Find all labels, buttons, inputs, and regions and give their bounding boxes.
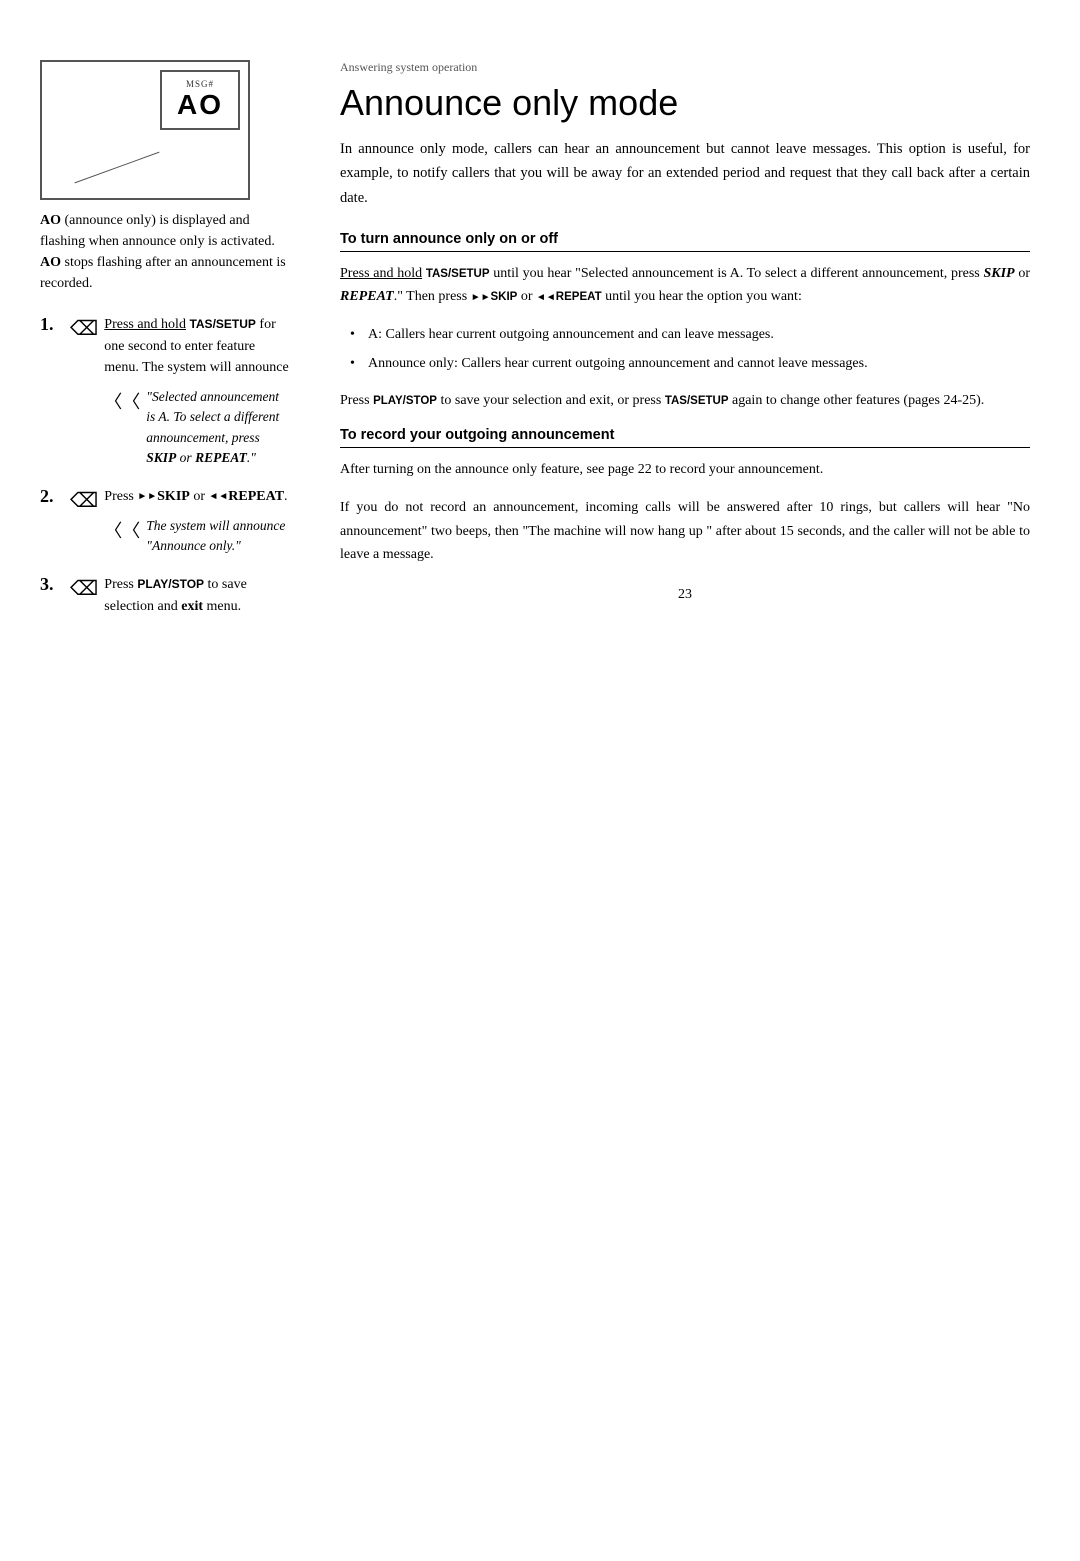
left-column: MSG# AO AO (announce only) is displayed …	[0, 40, 310, 1521]
step-1-substep: 〈〈 "Selected announcement is A. To selec…	[104, 387, 290, 468]
subsection-1-after-bullets: Press PLAY/STOP to save your selection a…	[340, 389, 1030, 413]
intro-paragraph: In announce only mode, callers can hear …	[340, 137, 1030, 211]
skip-key-r: SKIP	[490, 291, 517, 303]
device-caption: AO (announce only) is displayed and flas…	[40, 210, 290, 294]
steps-list: 1. ⌫ Press and hold TAS/SETUP for one se…	[40, 314, 290, 618]
subsection-title-2: To record your outgoing announcement	[340, 427, 1030, 448]
subsection-1-para: Press and hold TAS/SETUP until you hear …	[340, 262, 1030, 310]
tas-setup-key-2: TAS/SETUP	[665, 395, 729, 407]
step-3-icon: ⌫	[70, 576, 98, 601]
fwd-arrows-r: ►►	[471, 289, 491, 306]
device-line	[75, 152, 160, 184]
skip-label: SKIP	[157, 489, 190, 504]
step-1-content: Press and hold TAS/SETUP for one second …	[104, 314, 290, 468]
speaker-icon-1: 〈〈	[104, 389, 140, 417]
options-list: A: Callers hear current outgoing announc…	[350, 323, 1030, 375]
back-arrows: ◄◄	[209, 489, 229, 505]
step-2-substep: 〈〈 The system will announce "Announce on…	[104, 516, 290, 557]
step-1-press-hold: Press and hold	[104, 317, 186, 332]
subsection-title-1: To turn announce only on or off	[340, 231, 1030, 252]
subsection-2-para-1: After turning on the announce only featu…	[340, 458, 1030, 482]
step-2: 2. ⌫ Press ►►SKIP or ◄◄REPEAT. 〈〈 The sy…	[40, 486, 290, 556]
ao-bold-2: AO	[40, 255, 61, 270]
bullet-a-label: A	[368, 327, 378, 342]
step-1: 1. ⌫ Press and hold TAS/SETUP for one se…	[40, 314, 290, 468]
back-arrows-r: ◄◄	[536, 289, 556, 306]
subsection-record: To record your outgoing announcement Aft…	[340, 427, 1030, 567]
press-hold-text: Press and hold	[340, 266, 422, 281]
subsection-turn-on-off: To turn announce only on or off Press an…	[340, 231, 1030, 414]
msg-label: MSG#	[186, 79, 214, 89]
right-column: Answering system operation Announce only…	[310, 40, 1080, 1521]
step-3-number: 3.	[40, 574, 70, 595]
page: MSG# AO AO (announce only) is displayed …	[0, 0, 1080, 1561]
device-screen: MSG# AO	[160, 70, 240, 130]
step-2-number: 2.	[40, 486, 70, 507]
step-3-content: Press PLAY/STOP to save selection and ex…	[104, 574, 290, 617]
bullet-ao-text: : Callers hear current outgoing announce…	[454, 356, 868, 371]
play-stop-key: PLAY/STOP	[373, 395, 437, 407]
step-1-number: 1.	[40, 314, 70, 335]
page-title: Announce only mode	[340, 83, 1030, 123]
bullet-a-text: : Callers hear current outgoing announce…	[378, 327, 774, 342]
bullet-a: A: Callers hear current outgoing announc…	[350, 323, 1030, 346]
step-2-icon: ⌫	[70, 488, 98, 513]
speaker-icon-2: 〈〈	[104, 518, 140, 546]
page-number: 23	[340, 587, 1030, 603]
tas-setup-key: TAS/SETUP	[426, 268, 490, 280]
subsection-2-para-2: If you do not record an announcement, in…	[340, 496, 1030, 567]
forward-arrows: ►►	[137, 489, 157, 505]
bullet-announce-only: Announce only: Callers hear current outg…	[350, 352, 1030, 375]
ao-display: AO	[177, 89, 223, 121]
step-3: 3. ⌫ Press PLAY/STOP to save selection a…	[40, 574, 290, 617]
section-label: Answering system operation	[340, 60, 1030, 75]
step-3-key: PLAY/STOP	[137, 577, 204, 591]
step-1-key: TAS/SETUP	[189, 317, 255, 331]
exit-label: exit	[181, 599, 203, 614]
bullet-ao-label: Announce only	[368, 356, 454, 371]
step-1-icon: ⌫	[70, 316, 98, 341]
repeat-key-r: REPEAT	[556, 291, 602, 303]
step-2-content: Press ►►SKIP or ◄◄REPEAT. 〈〈 The system …	[104, 486, 290, 556]
device-illustration: MSG# AO	[40, 60, 250, 200]
ao-bold: AO	[40, 213, 61, 228]
step-1-quote: "Selected announcement is A. To select a…	[146, 387, 290, 468]
step-2-quote: The system will announce "Announce only.…	[146, 516, 290, 557]
repeat-label: REPEAT	[228, 489, 284, 504]
